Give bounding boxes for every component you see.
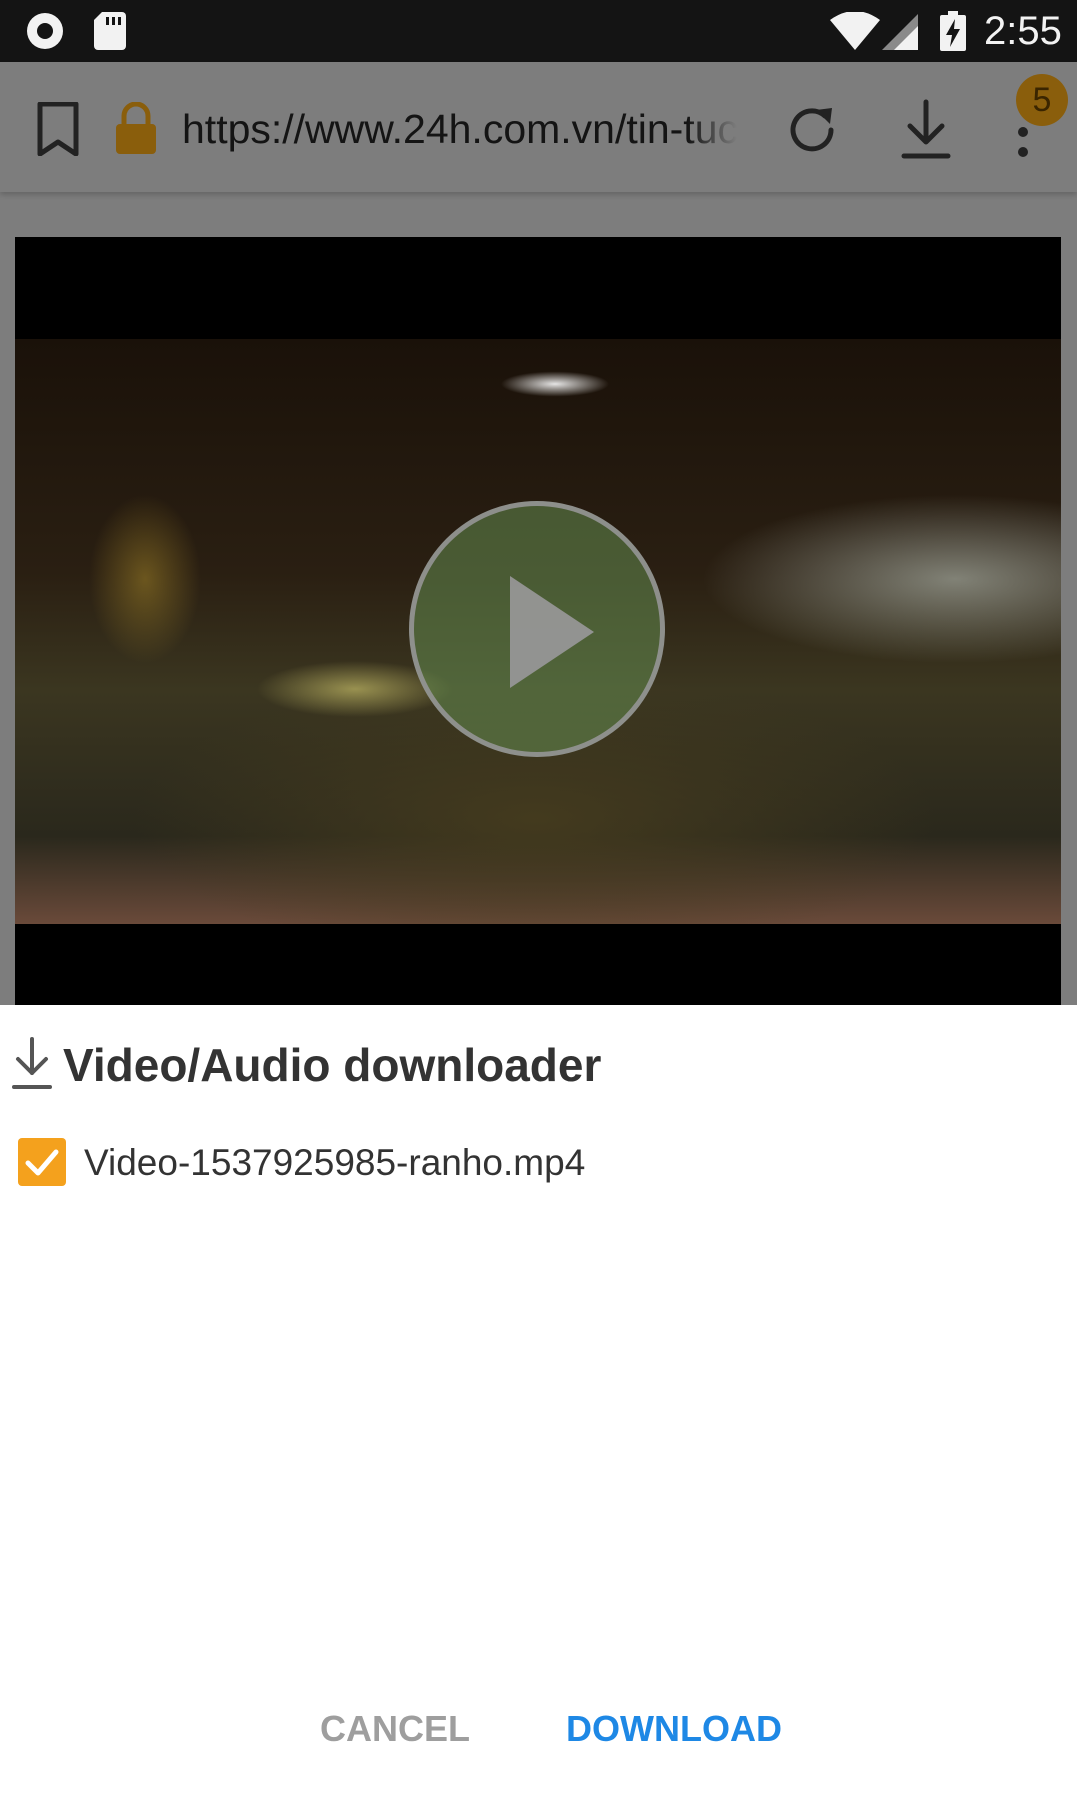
battery-charging-icon <box>940 11 966 51</box>
dialog-title: Video/Audio downloader <box>63 1039 602 1091</box>
checkmark-icon <box>25 1149 59 1176</box>
download-icon[interactable] <box>898 98 954 162</box>
cell-signal-icon <box>882 14 918 50</box>
cancel-button[interactable]: CANCEL <box>320 1706 470 1752</box>
video-player[interactable] <box>15 237 1061 1005</box>
status-bar: 2:55 <box>0 0 1077 62</box>
download-icon <box>12 1037 52 1089</box>
downloader-sheet <box>0 1005 1077 1794</box>
bookmark-icon[interactable] <box>36 102 80 156</box>
wifi-icon <box>830 12 880 50</box>
file-list-item[interactable]: Video-1537925985-ranho.mp4 <box>18 1138 718 1188</box>
download-button[interactable]: DOWNLOAD <box>566 1706 782 1752</box>
tab-count-badge[interactable]: 5 <box>1016 74 1068 126</box>
record-icon <box>27 13 63 49</box>
file-name: Video-1537925985-ranho.mp4 <box>84 1142 586 1183</box>
file-checkbox[interactable] <box>18 1138 66 1186</box>
browser-toolbar: https://www.24h.com.vn/tin-tuc- 5 <box>0 62 1077 192</box>
lock-icon[interactable] <box>114 102 158 156</box>
url-bar[interactable]: https://www.24h.com.vn/tin-tuc- <box>182 104 737 154</box>
status-time: 2:55 <box>984 9 1062 53</box>
sd-card-icon <box>94 12 126 50</box>
play-button[interactable] <box>409 501 665 757</box>
reload-icon[interactable] <box>782 100 842 160</box>
play-icon <box>510 576 594 688</box>
